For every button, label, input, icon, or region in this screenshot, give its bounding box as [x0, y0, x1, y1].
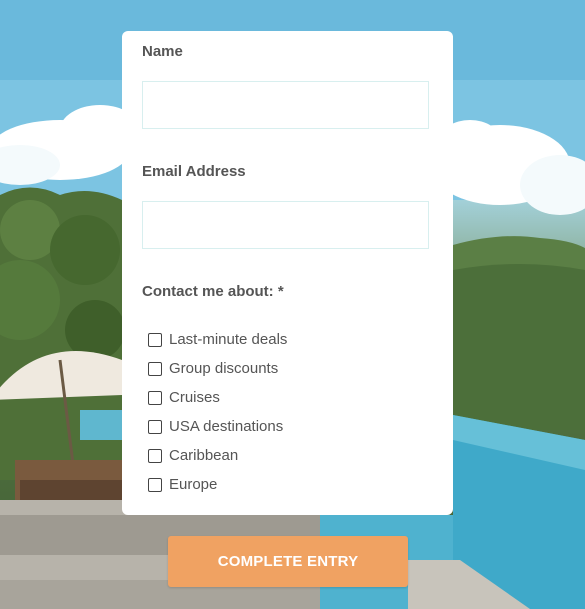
checkbox[interactable]: [148, 419, 162, 434]
option-label: Cruises: [169, 389, 220, 406]
signup-form-card: Name Email Address Contact me about: * L…: [122, 31, 453, 515]
option-label: Caribbean: [169, 447, 239, 464]
checkbox[interactable]: [148, 477, 162, 492]
checkbox[interactable]: [148, 390, 162, 405]
contact-preferences-label: Contact me about: *: [142, 283, 284, 300]
complete-entry-button[interactable]: COMPLETE ENTRY: [168, 536, 408, 587]
option-group-discounts[interactable]: Group discounts: [148, 354, 287, 383]
option-europe[interactable]: Europe: [148, 470, 287, 499]
checkbox[interactable]: [148, 448, 162, 463]
email-label: Email Address: [142, 163, 246, 180]
option-label: Last-minute deals: [169, 331, 288, 348]
option-label: Group discounts: [169, 360, 279, 377]
option-caribbean[interactable]: Caribbean: [148, 441, 287, 470]
contact-options-list: Last-minute deals Group discounts Cruise…: [148, 325, 287, 499]
name-label: Name: [142, 43, 183, 60]
option-usa-destinations[interactable]: USA destinations: [148, 412, 287, 441]
option-label: USA destinations: [169, 418, 284, 435]
checkbox[interactable]: [148, 332, 162, 347]
name-input[interactable]: [142, 81, 429, 129]
option-last-minute-deals[interactable]: Last-minute deals: [148, 325, 287, 354]
checkbox[interactable]: [148, 361, 162, 376]
option-cruises[interactable]: Cruises: [148, 383, 287, 412]
option-label: Europe: [169, 476, 218, 493]
email-input[interactable]: [142, 201, 429, 249]
